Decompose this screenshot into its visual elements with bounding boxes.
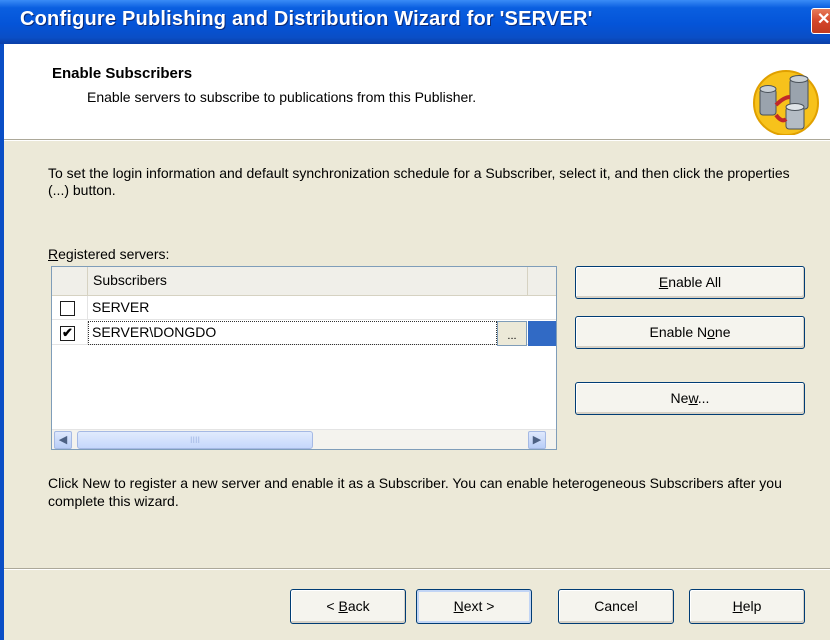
registered-servers-label: Registered servers: <box>48 246 169 262</box>
new-label-rest: ... <box>697 390 710 406</box>
scroll-left-icon[interactable]: ◀ <box>54 431 72 449</box>
enable-none-label-rest: ne <box>714 324 731 340</box>
cancel-button[interactable]: Cancel <box>558 589 674 624</box>
list-header: Subscribers <box>52 267 556 296</box>
subscribers-list[interactable]: Subscribers SERVER ✔ SERVER\DONGDO ... ◀… <box>51 266 557 450</box>
new-mnemonic: w <box>688 390 698 406</box>
wizard-header: Enable Subscribers Enable servers to sub… <box>4 44 830 140</box>
database-servers-icon <box>753 70 819 135</box>
enable-none-label-prefix: Enable N <box>649 324 708 340</box>
subscriber-name: SERVER\DONGDO <box>92 324 217 340</box>
scrollbar-thumb[interactable]: IIII <box>77 431 313 449</box>
back-mnemonic: B <box>338 598 348 614</box>
help-label-rest: elp <box>742 598 762 614</box>
enable-all-label-rest: nable All <box>668 274 722 290</box>
page-title: Enable Subscribers <box>52 65 193 82</box>
back-button[interactable]: < Back <box>290 589 406 624</box>
back-label-rest: ack <box>347 598 370 614</box>
label-mnemonic: R <box>48 246 59 262</box>
scroll-right-icon[interactable]: ▶ <box>528 431 546 449</box>
back-label-prefix: < <box>326 598 339 614</box>
extra-column-header[interactable] <box>528 267 556 296</box>
horizontal-scrollbar[interactable]: ◀ IIII ▶ <box>52 429 556 449</box>
enable-none-mnemonic: o <box>707 324 715 340</box>
next-button[interactable]: Next > <box>416 589 532 624</box>
close-icon: ✕ <box>817 11 830 28</box>
next-mnemonic: N <box>453 598 464 614</box>
help-mnemonic: H <box>732 598 743 614</box>
next-label-rest: ext > <box>463 598 495 614</box>
subscriber-checkbox[interactable] <box>60 301 75 316</box>
enable-all-mnemonic: E <box>658 274 669 290</box>
window-title: Configure Publishing and Distribution Wi… <box>20 8 593 30</box>
properties-button[interactable]: ... <box>497 321 527 346</box>
column-divider <box>87 296 88 320</box>
instructions-text: To set the login information and default… <box>48 165 790 198</box>
title-bar[interactable]: Configure Publishing and Distribution Wi… <box>0 0 830 44</box>
enable-all-button[interactable]: Enable All <box>575 266 805 299</box>
page-subtitle: Enable servers to subscribe to publicati… <box>87 89 477 105</box>
help-button[interactable]: Help <box>689 589 805 624</box>
new-label-prefix: Ne <box>670 390 689 406</box>
checkbox-column-header[interactable] <box>52 267 88 296</box>
subscriber-name: SERVER <box>92 299 150 315</box>
list-item[interactable]: SERVER <box>52 296 556 320</box>
list-item-selected[interactable]: ✔ SERVER\DONGDO ... <box>52 321 556 346</box>
subscribers-column-header[interactable]: Subscribers <box>88 267 528 296</box>
footer-separator <box>4 568 830 570</box>
subscriber-checkbox[interactable]: ✔ <box>60 326 75 341</box>
close-button[interactable]: ✕ <box>811 8 830 34</box>
label-rest: egistered servers: <box>58 246 170 262</box>
header-separator <box>4 140 830 141</box>
new-button[interactable]: New... <box>575 382 805 415</box>
enable-none-button[interactable]: Enable None <box>575 316 805 349</box>
note-text: Click New to register a new server and e… <box>48 475 782 509</box>
selection-highlight <box>528 321 556 346</box>
